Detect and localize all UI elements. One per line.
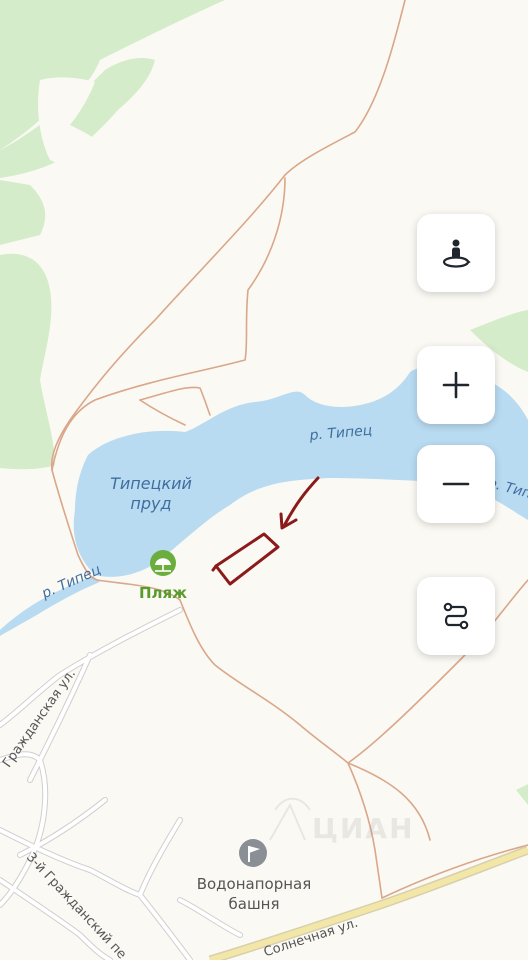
beach-poi-marker — [150, 550, 176, 576]
beach-label[interactable]: Пляж — [139, 584, 187, 602]
water-tower-poi-marker — [239, 839, 267, 867]
street-view-button[interactable] — [417, 214, 495, 292]
plus-icon — [442, 371, 470, 399]
pond-label: Типецкий пруд — [110, 474, 192, 513]
map-view[interactable]: Типецкий пруд р. Типец р. Типец р. Типец… — [0, 0, 528, 960]
zoom-out-button[interactable] — [417, 445, 495, 523]
route-button[interactable] — [417, 577, 495, 655]
watermark-text: ЦИАН — [312, 812, 415, 845]
water-tower-label[interactable]: Водонапорная башня — [184, 874, 324, 914]
minus-icon — [442, 482, 470, 486]
zoom-in-button[interactable] — [417, 346, 495, 424]
route-icon — [443, 602, 469, 630]
street-view-icon — [442, 239, 471, 268]
